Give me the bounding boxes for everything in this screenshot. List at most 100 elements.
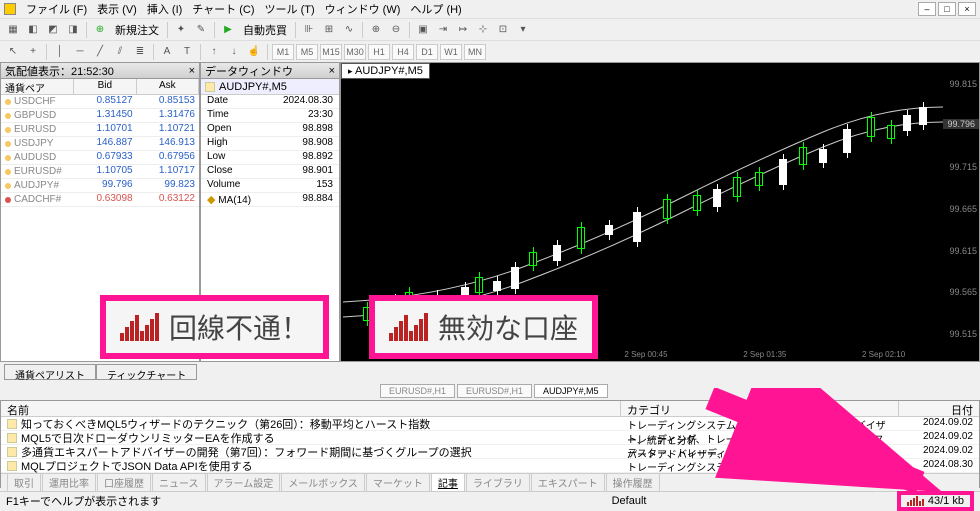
term-tab[interactable]: 取引 [7, 473, 41, 492]
candle [693, 195, 701, 211]
text-icon[interactable]: A [158, 43, 176, 61]
window-icon[interactable]: ▣ [414, 21, 432, 39]
menu-insert[interactable]: 挿入 (I) [143, 0, 186, 18]
market-icon[interactable]: ◩ [44, 21, 62, 39]
menu-window[interactable]: ウィンドウ (W) [321, 0, 405, 18]
profile-icon[interactable]: ◧ [24, 21, 42, 39]
term-tab[interactable]: メールボックス [281, 473, 365, 492]
timeframe-h4[interactable]: H4 [392, 44, 414, 60]
cursor-icon[interactable]: ↖ [4, 43, 22, 61]
chart-tab[interactable]: EURUSD#,H1 [457, 384, 532, 398]
term-tab[interactable]: ニュース [152, 473, 206, 492]
arrowd-icon[interactable]: ↓ [225, 43, 243, 61]
indicator-icon[interactable]: ⊹ [474, 21, 492, 39]
period-icon[interactable]: ⊡ [494, 21, 512, 39]
mw-row[interactable]: CADCHF#0.630980.63122 [1, 193, 199, 207]
menu-file[interactable]: ファイル (F) [22, 0, 91, 18]
autotrade-button[interactable]: 自動売買 [239, 22, 291, 38]
chart-tab[interactable]: AUDJPY#,M5 [534, 384, 608, 398]
mw-col-symbol[interactable]: 通貨ペア [1, 79, 74, 94]
bar-icon[interactable]: ⊪ [300, 21, 318, 39]
line-icon[interactable]: ∿ [340, 21, 358, 39]
chart-scale-label: 99.565 [945, 287, 977, 297]
template-icon[interactable]: ▾ [514, 21, 532, 39]
term-tab[interactable]: マーケット [366, 473, 430, 492]
close-icon[interactable]: × [329, 65, 335, 77]
mw-col-ask[interactable]: Ask [137, 79, 199, 94]
data-window-symbol: AUDJPY#,M5 [201, 79, 339, 95]
menu-chart[interactable]: チャート (C) [188, 0, 258, 18]
compile-icon[interactable]: ✎ [192, 21, 210, 39]
scroll-icon[interactable]: ↦ [454, 21, 472, 39]
arrowu-icon[interactable]: ↑ [205, 43, 223, 61]
term-tab[interactable]: 運用比率 [42, 473, 96, 492]
mw-row[interactable]: GBPUSD1.314501.31476 [1, 109, 199, 123]
minimize-button[interactable]: – [918, 2, 936, 16]
candle [529, 252, 537, 266]
wizard-icon[interactable]: ✦ [172, 21, 190, 39]
term-tab[interactable]: 口座履歴 [97, 473, 151, 492]
timeframe-m15[interactable]: M15 [320, 44, 342, 60]
mw-row[interactable]: EURUSD1.107011.10721 [1, 123, 199, 137]
zoomout-icon[interactable]: ⊖ [387, 21, 405, 39]
maximize-button[interactable]: □ [938, 2, 956, 16]
trendline-icon[interactable]: ╱ [91, 43, 109, 61]
timeframe-h1[interactable]: H1 [368, 44, 390, 60]
mw-col-bid[interactable]: Bid [74, 79, 136, 94]
crosshair-icon[interactable]: + [24, 43, 42, 61]
zoomin-icon[interactable]: ⊕ [367, 21, 385, 39]
candle [493, 281, 501, 291]
vline-icon[interactable]: │ [51, 43, 69, 61]
menu-help[interactable]: ヘルプ (H) [406, 0, 465, 18]
timeframe-m5[interactable]: M5 [296, 44, 318, 60]
term-col-name[interactable]: 名前 [1, 401, 621, 416]
menu-tools[interactable]: ツール (T) [261, 0, 319, 18]
mw-row[interactable]: USDJPY146.887146.913 [1, 137, 199, 151]
shift-icon[interactable]: ⇥ [434, 21, 452, 39]
menu-view[interactable]: 表示 (V) [93, 0, 141, 18]
new-order-button[interactable]: 新規注文 [111, 22, 163, 38]
close-button[interactable]: × [958, 2, 976, 16]
timeframe-m1[interactable]: M1 [272, 44, 294, 60]
term-tab[interactable]: エキスパート [531, 473, 605, 492]
mw-row[interactable]: AUDJPY#99.79699.823 [1, 179, 199, 193]
dw-row: Date2024.08.30 [201, 95, 339, 109]
thumb-icon[interactable]: ☝ [245, 43, 263, 61]
candle [919, 107, 927, 125]
price-label: 99.796 [943, 119, 979, 129]
overlay-invalid-account: 無効な口座 [369, 295, 598, 359]
chart-scale-label: 99.665 [945, 204, 977, 214]
mw-tab-symbols[interactable]: 通貨ペアリスト [4, 364, 96, 380]
candle [553, 245, 561, 261]
plus-icon[interactable]: ⊕ [91, 21, 109, 39]
mw-tab-tick[interactable]: ティックチャート [96, 364, 197, 380]
chart-scale-label: 99.515 [945, 329, 977, 339]
term-tab[interactable]: ライブラリ [466, 473, 530, 492]
autotrade-icon[interactable]: ▶ [219, 21, 237, 39]
channel-icon[interactable]: ⫽ [111, 43, 129, 61]
mw-row[interactable]: AUDUSD0.679330.67956 [1, 151, 199, 165]
term-tab[interactable]: 記事 [431, 473, 465, 492]
label-icon[interactable]: T [178, 43, 196, 61]
timeframe-w1[interactable]: W1 [440, 44, 462, 60]
fibo-icon[interactable]: ≣ [131, 43, 149, 61]
close-icon[interactable]: × [189, 65, 195, 77]
term-tab[interactable]: 操作履歴 [606, 473, 660, 492]
term-tab[interactable]: アラーム設定 [207, 473, 281, 492]
timeframe-m30[interactable]: M30 [344, 44, 366, 60]
mw-row[interactable]: USDCHF0.851270.85153 [1, 95, 199, 109]
candle [799, 147, 807, 165]
timeframe-d1[interactable]: D1 [416, 44, 438, 60]
candle [475, 277, 483, 293]
timeframe-mn[interactable]: MN [464, 44, 486, 60]
chart-tab[interactable]: EURUSD#,H1 [380, 384, 455, 398]
chart-icon[interactable]: ▦ [4, 21, 22, 39]
hline-icon[interactable]: ─ [71, 43, 89, 61]
candle [633, 212, 641, 242]
candle-icon[interactable]: ⊞ [320, 21, 338, 39]
candle [733, 177, 741, 197]
mw-row[interactable]: EURUSD#1.107051.10717 [1, 165, 199, 179]
dw-row: Close98.901 [201, 165, 339, 179]
nav-icon[interactable]: ◨ [64, 21, 82, 39]
chart-scale-label: 99.615 [945, 246, 977, 256]
